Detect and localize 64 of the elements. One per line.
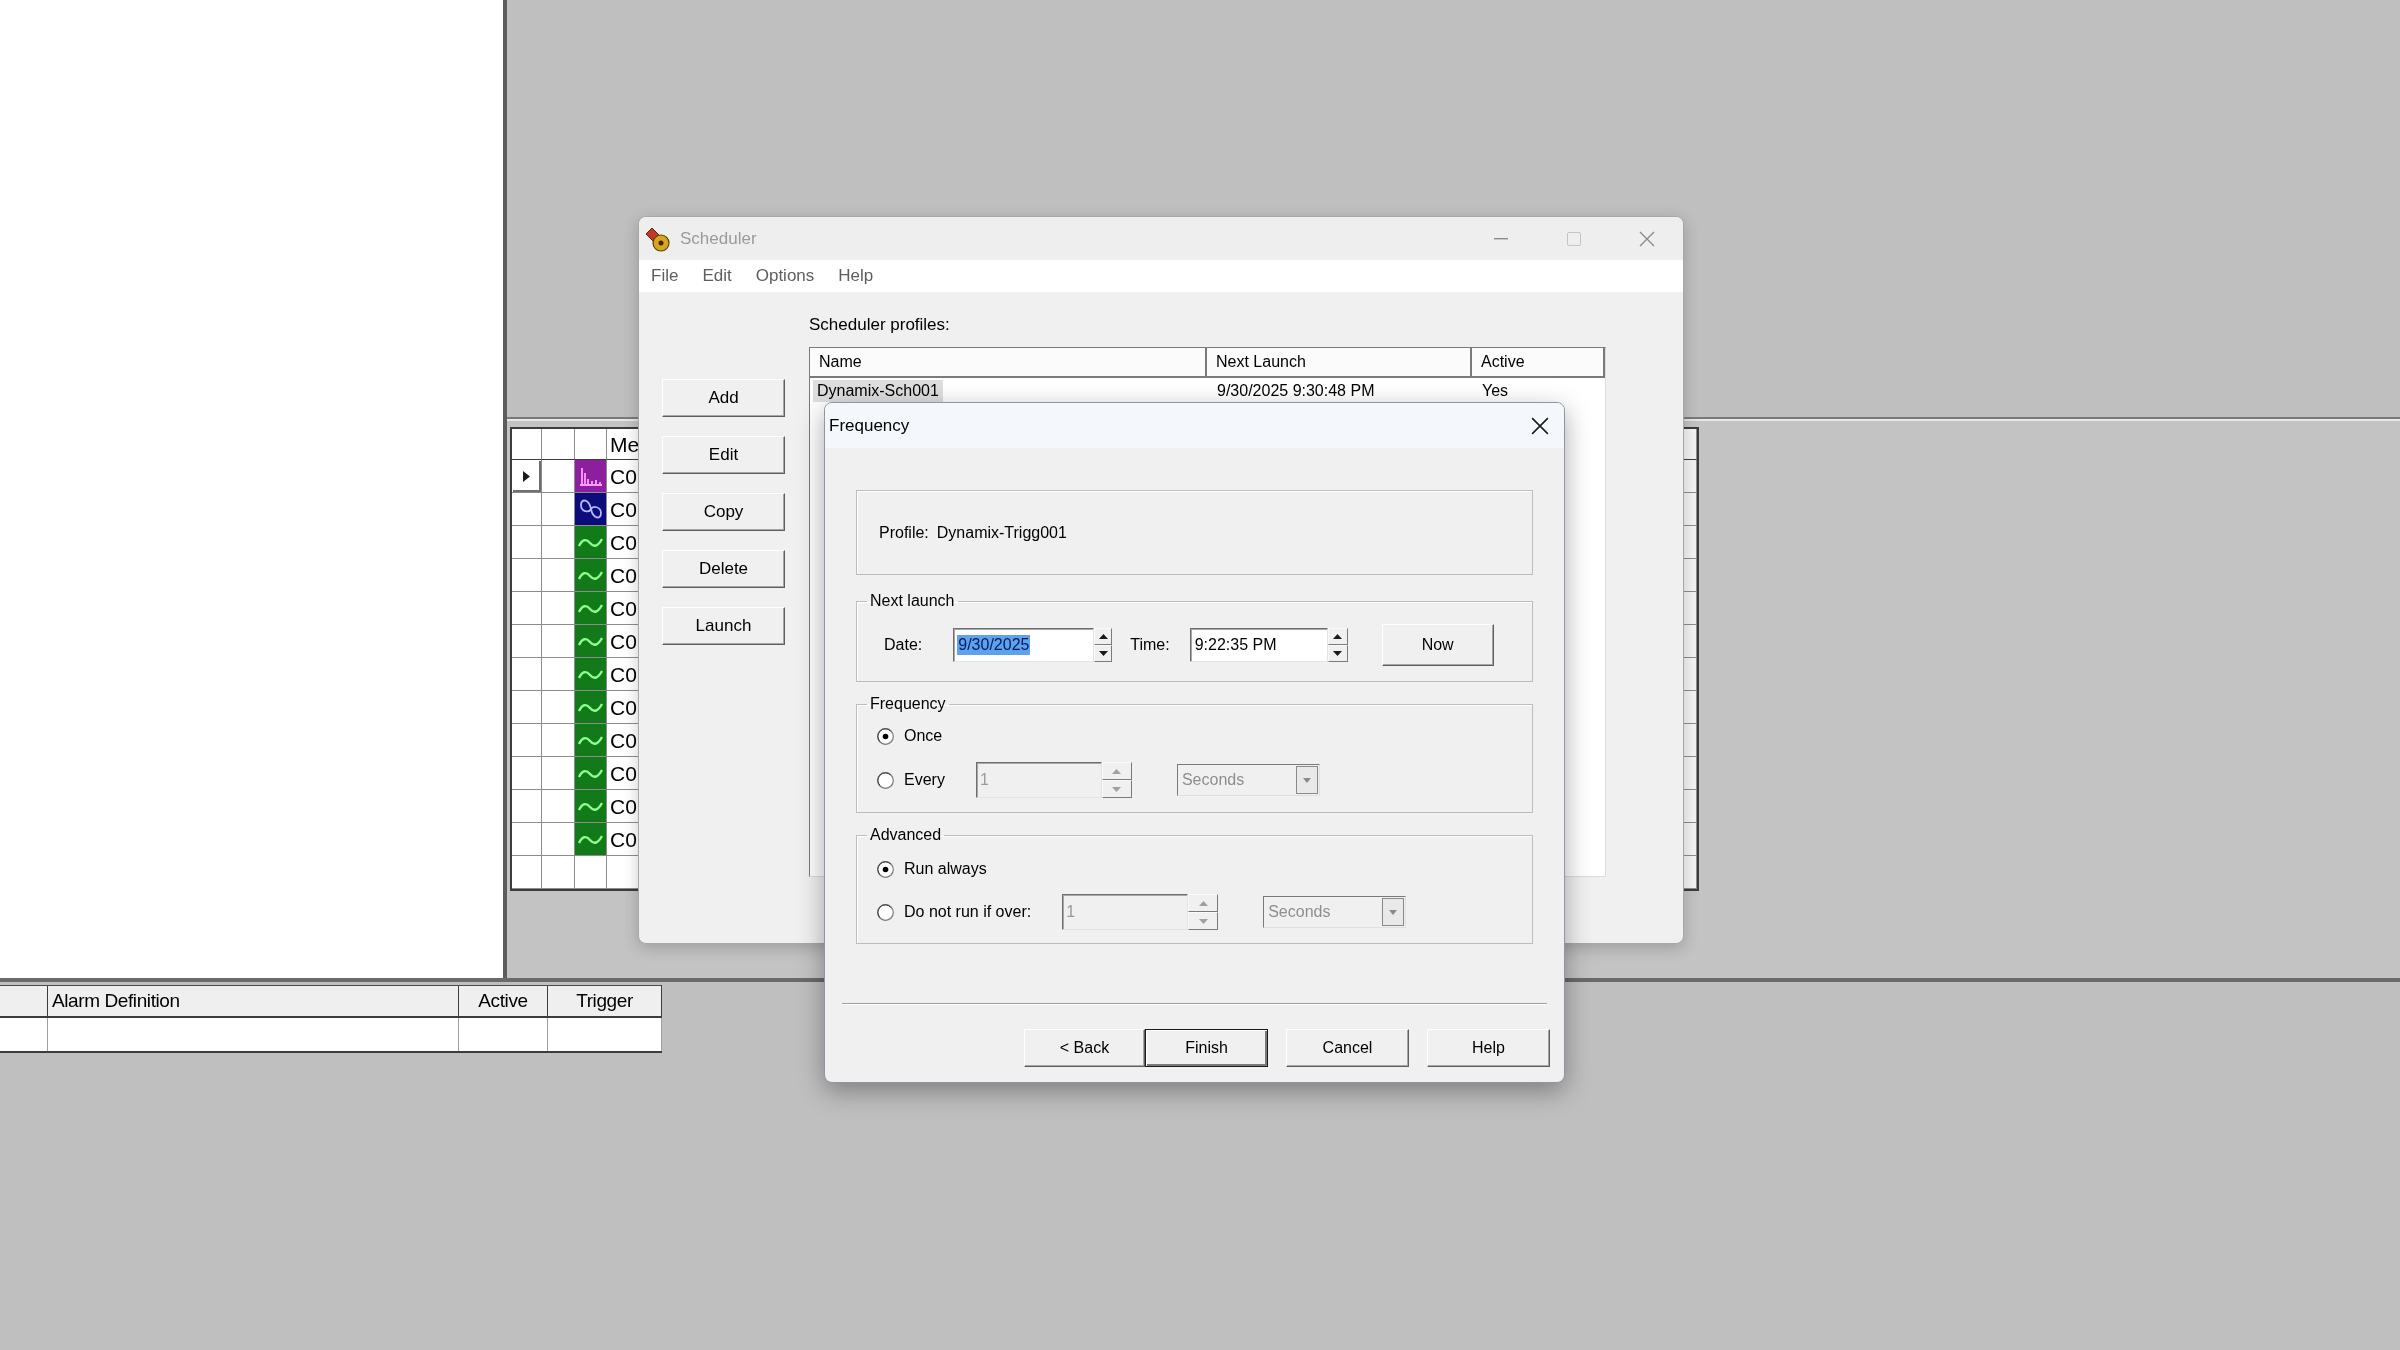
row-text: C0 [610, 531, 637, 553]
maximize-icon [1566, 231, 1581, 246]
dialog-title: Frequency [829, 415, 910, 436]
menu-item[interactable]: Edit [690, 264, 744, 288]
row-text: C0 [610, 498, 637, 520]
row-text: C0 [610, 465, 637, 487]
close-icon [1638, 230, 1655, 247]
wizard-button[interactable]: Finish [1145, 1029, 1268, 1067]
action-button[interactable]: Copy [662, 493, 785, 531]
column-header[interactable]: Name [819, 351, 862, 373]
action-button[interactable]: Launch [662, 607, 785, 645]
row-header[interactable] [512, 460, 542, 493]
up-triangle-icon [1098, 634, 1108, 639]
profile-name[interactable]: Dynamix-Sch001 [813, 380, 943, 402]
down-triangle-icon [1198, 918, 1208, 924]
wizard-button[interactable]: < Back [1024, 1029, 1145, 1067]
next-launch-time: 9/30/2025 9:30:48 PM [1217, 381, 1375, 401]
dialog-button[interactable]: Help [1427, 1029, 1550, 1067]
profile-name: Dynamix-Trigg001 [936, 522, 1067, 543]
down-triangle-icon [1112, 786, 1122, 792]
time-field[interactable]: 9:22:35 PM [1189, 628, 1328, 662]
profile-label: Profile: [879, 522, 929, 543]
row-text: C0 [610, 795, 637, 817]
down-triangle-icon [1098, 651, 1108, 656]
row-text: C0 [610, 762, 637, 784]
radio-button[interactable] [877, 860, 894, 878]
menu-item[interactable]: Help [826, 264, 886, 288]
row-text: C0 [610, 729, 637, 751]
menu-item[interactable]: File [639, 264, 691, 288]
action-button[interactable]: Edit [662, 436, 785, 474]
action-button[interactable]: Delete [662, 550, 785, 588]
up-triangle-icon [1198, 900, 1208, 906]
menu-item[interactable]: Options [743, 264, 827, 288]
group-title: Frequency [869, 694, 947, 714]
row-text: C0 [610, 630, 637, 652]
time-label: Time: [1130, 635, 1170, 655]
column-header[interactable]: Me [610, 433, 640, 455]
down-triangle-icon [1333, 651, 1343, 656]
radio-button[interactable] [877, 727, 894, 745]
date-field[interactable]: 9/30/2025 [953, 628, 1095, 662]
close-icon [1531, 416, 1549, 435]
now-button[interactable]: Now [1381, 624, 1494, 666]
window-title: Scheduler [680, 228, 757, 249]
spin-down-button[interactable] [1094, 645, 1113, 662]
group-title: Next launch [869, 591, 956, 611]
radio-label[interactable]: Run always [904, 859, 987, 879]
diamond-and-disc-icon [644, 225, 670, 252]
action-button[interactable]: Add [662, 379, 785, 417]
up-triangle-icon [1112, 768, 1122, 774]
active-status: Yes [1482, 381, 1509, 401]
row-text: C0 [610, 696, 637, 718]
radio-label[interactable]: Once [904, 726, 943, 746]
spin-up-button[interactable] [1094, 628, 1113, 645]
date-label: Date: [884, 635, 923, 655]
row-pointer-icon [523, 470, 530, 482]
group-title: Advanced [869, 825, 943, 845]
row-text: C0 [610, 663, 637, 685]
list-label: Scheduler profiles: [809, 315, 950, 335]
row-text: C0 [610, 564, 637, 586]
minimize-icon [1493, 237, 1508, 240]
row-text: C0 [610, 597, 637, 619]
row-text: C0 [610, 828, 637, 850]
dialog-button[interactable]: Cancel [1286, 1029, 1409, 1067]
up-triangle-icon [1333, 634, 1343, 639]
